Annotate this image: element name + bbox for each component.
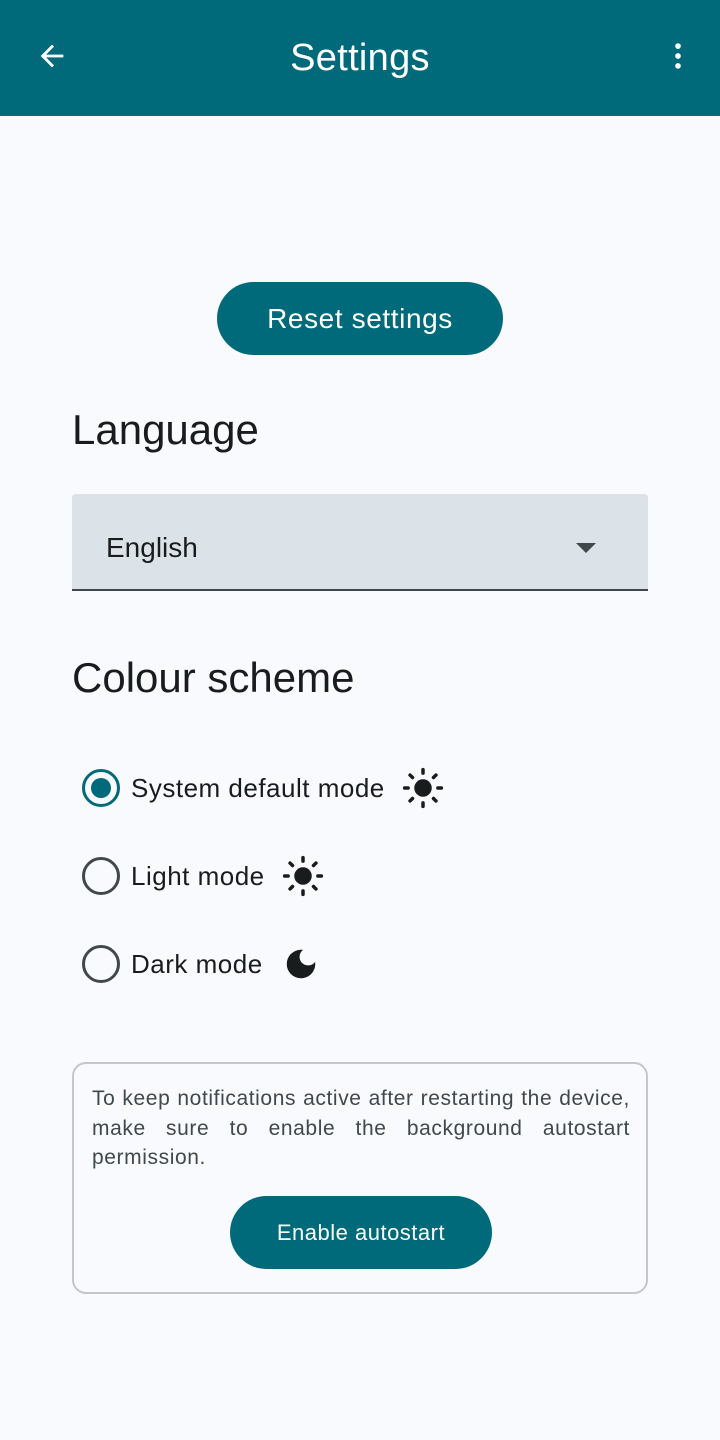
arrow-back-icon	[40, 44, 64, 68]
sun-icon	[281, 854, 325, 898]
radio-label: Light mode	[131, 860, 265, 891]
back-button[interactable]	[28, 32, 76, 80]
autostart-message: To keep notifications active after resta…	[92, 1087, 630, 1169]
language-dropdown[interactable]: English	[72, 494, 648, 591]
more-options-button[interactable]	[654, 32, 702, 80]
more-vert-icon	[675, 43, 681, 69]
radio-button-unchecked[interactable]	[82, 857, 120, 895]
reset-settings-button[interactable]: Reset settings	[217, 282, 503, 355]
moon-icon	[279, 942, 323, 986]
language-heading: Language	[72, 406, 259, 453]
page-title: Settings	[290, 36, 430, 79]
radio-label: Dark mode	[131, 948, 263, 979]
language-selected-value: English	[106, 532, 198, 563]
sun-icon	[401, 766, 445, 810]
colour-scheme-heading: Colour scheme	[72, 654, 355, 701]
radio-label: System default mode	[131, 772, 385, 803]
radio-option-light[interactable]: Light mode	[82, 852, 325, 900]
top-app-bar: Settings	[0, 0, 720, 116]
radio-button-unchecked[interactable]	[82, 945, 120, 983]
radio-option-dark[interactable]: Dark mode	[82, 940, 323, 988]
enable-autostart-button[interactable]: Enable autostart	[230, 1196, 492, 1269]
radio-option-system-default[interactable]: System default mode	[82, 764, 445, 812]
radio-button-checked[interactable]	[82, 769, 120, 807]
autostart-info-card: To keep notifications active after resta…	[72, 1062, 648, 1294]
dropdown-arrow-icon	[576, 543, 596, 553]
